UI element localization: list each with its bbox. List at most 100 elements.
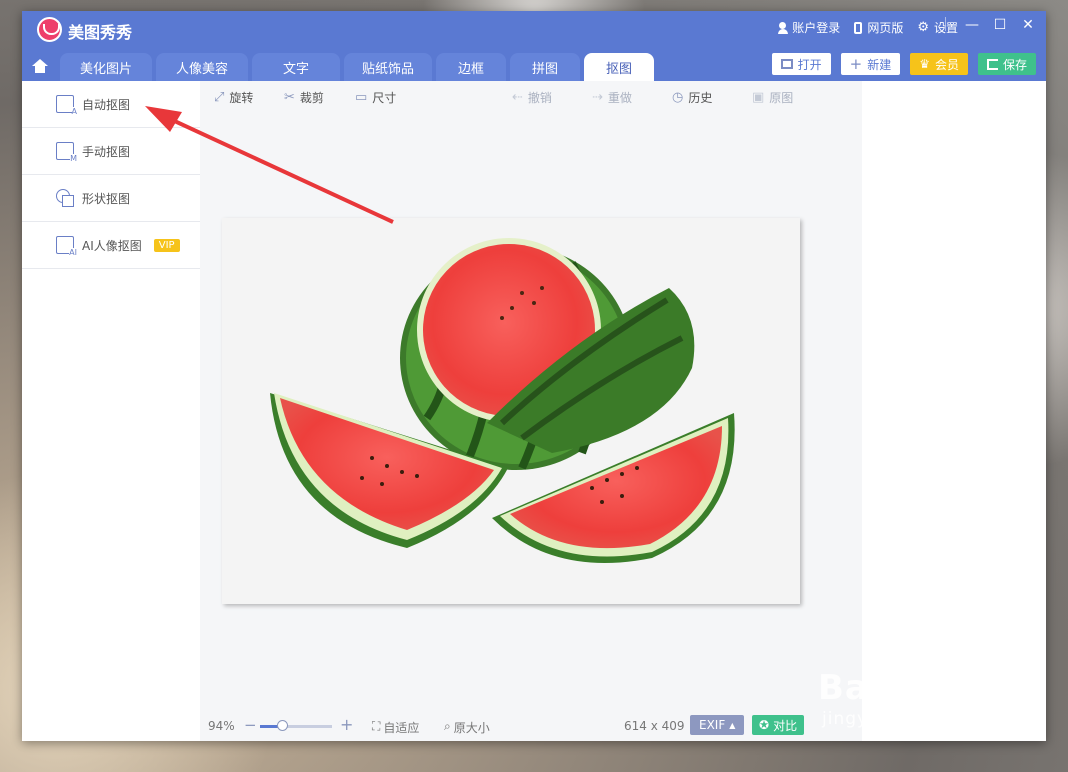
zoom-slider-handle[interactable] (276, 720, 288, 731)
minimize-icon[interactable]: — (964, 17, 980, 33)
tab-text[interactable]: 文字 (252, 53, 340, 81)
open-button[interactable]: 打开 (771, 53, 831, 75)
shape-cutout-icon (56, 189, 74, 207)
home-icon (31, 59, 48, 73)
history-button[interactable]: ◷ 历史 (672, 89, 712, 106)
history-label: 历史 (688, 91, 713, 105)
actual-size-button[interactable]: ⌕ 原大小 (444, 719, 490, 736)
size-label: 尺寸 (372, 91, 397, 105)
app-window: 美图秀秀 账户登录 网页版 ⚙ 设置 — ☐ ✕ 美化图片 (22, 11, 1046, 741)
top-links: 账户登录 网页版 ⚙ 设置 (778, 19, 958, 36)
scissors-icon: ✂ (284, 90, 295, 105)
zoom-out-icon[interactable]: − (244, 716, 257, 734)
sidebar-item-auto-cutout[interactable]: A 自动抠图 (22, 81, 200, 128)
vip-label: 会员 (934, 57, 959, 72)
compare-label: 对比 (773, 718, 798, 733)
undo-button[interactable]: ⇠ 撤销 (512, 89, 552, 106)
zoom-slider[interactable] (260, 720, 332, 731)
web-version-label: 网页版 (867, 21, 904, 35)
arrow-left-icon: ⇠ (512, 90, 523, 105)
fit-icon: ⛶ (372, 719, 381, 733)
tab-beautify[interactable]: 美化图片 (60, 53, 152, 81)
canvas-image-watermelon[interactable] (222, 218, 800, 604)
redo-label: 重做 (607, 91, 632, 105)
login-link[interactable]: 账户登录 (778, 19, 840, 36)
image-icon (780, 59, 793, 69)
sidebar-item-shape-cutout[interactable]: 形状抠图 (22, 175, 200, 222)
crop-button[interactable]: ✂ 裁剪 (284, 89, 324, 106)
web-version-link[interactable]: 网页版 (854, 19, 903, 36)
sparkle-icon: ✪ (759, 718, 770, 732)
window-controls: — ☐ ✕ (964, 17, 1036, 33)
undo-label: 撤销 (527, 91, 552, 105)
exif-button[interactable]: EXIF ▲ (690, 715, 745, 735)
toolbar-buttons: 打开 + 新建 ♛ 会员 保存 (771, 53, 1036, 75)
sidebar-item-label: AI人像抠图 (82, 238, 142, 253)
original-button[interactable]: ▣ 原图 (752, 89, 793, 106)
sidebar-item-label: 自动抠图 (82, 97, 131, 112)
ai-portrait-cutout-icon: AI (56, 236, 77, 257)
maximize-icon[interactable]: ☐ (992, 17, 1008, 33)
cutout-sidebar: A 自动抠图 M 手动抠图 形状抠图 AI AI人像抠图 VIP (22, 81, 200, 741)
editing-workspace: ⤢ 旋转 ✂ 裁剪 ▭ 尺寸 ⇠ 撤销 ⇢ 重做 ◷ 历史 ▣ 原图 94% −… (200, 81, 862, 741)
tab-collage[interactable]: 拼图 (510, 53, 580, 81)
gear-icon: ⚙ (917, 19, 929, 35)
zoom-percent: 94% (208, 719, 235, 733)
save-label: 保存 (1002, 57, 1027, 72)
actual-size-label: 原大小 (453, 721, 490, 735)
tab-stickers[interactable]: 贴纸饰品 (344, 53, 432, 81)
vip-badge: VIP (153, 238, 180, 252)
sidebar-item-label: 手动抠图 (82, 144, 131, 159)
login-label: 账户登录 (792, 21, 841, 35)
save-button[interactable]: 保存 (977, 53, 1036, 75)
redo-button[interactable]: ⇢ 重做 (592, 89, 632, 106)
sidebar-item-label: 形状抠图 (82, 191, 131, 206)
status-bar: 94% − + ⛶ 自适应 ⌕ 原大小 614 x 409 EXIF ▲ ✪ 对… (200, 711, 862, 741)
edit-toolbar: ⤢ 旋转 ✂ 裁剪 ▭ 尺寸 ⇠ 撤销 ⇢ 重做 ◷ 历史 ▣ 原图 (200, 81, 862, 111)
tab-frame[interactable]: 边框 (436, 53, 506, 81)
tab-portrait[interactable]: 人像美容 (156, 53, 248, 81)
zoom-in-icon[interactable]: + (340, 715, 353, 734)
resize-icon: ▭ (355, 90, 368, 105)
new-button[interactable]: + 新建 (840, 53, 901, 75)
clock-icon: ◷ (672, 90, 684, 105)
tab-cutout[interactable]: 抠图 (584, 53, 654, 81)
user-icon (778, 21, 789, 34)
crop-label: 裁剪 (299, 91, 324, 105)
close-icon[interactable]: ✕ (1020, 17, 1036, 33)
main-tabs: 美化图片 人像美容 文字 贴纸饰品 边框 拼图 抠图 (22, 53, 654, 81)
phone-icon (854, 21, 863, 34)
original-label: 原图 (769, 91, 794, 105)
baidu-watermark: Baidu经验 jingyan.baidu.com (818, 660, 1002, 729)
exif-label: EXIF (699, 718, 726, 732)
rotate-icon: ⤢ (214, 90, 225, 105)
rotate-label: 旋转 (229, 91, 254, 105)
vip-button[interactable]: ♛ 会员 (910, 53, 968, 75)
size-button[interactable]: ▭ 尺寸 (355, 89, 396, 106)
image-dimensions: 614 x 409 (624, 719, 685, 733)
picture-icon: ▣ (752, 90, 765, 105)
arrow-right-icon: ⇢ (592, 90, 603, 105)
compare-button[interactable]: ✪ 对比 (752, 715, 805, 735)
title-bar: 美图秀秀 账户登录 网页版 ⚙ 设置 — ☐ ✕ 美化图片 (22, 11, 1046, 81)
watermark-sub: jingyan.baidu.com (822, 709, 996, 729)
watermelon-picture (270, 238, 735, 563)
settings-link[interactable]: ⚙ 设置 (917, 19, 958, 36)
home-button[interactable] (22, 53, 56, 81)
sidebar-item-ai-portrait-cutout[interactable]: AI AI人像抠图 VIP (22, 222, 200, 269)
manual-cutout-icon: M (56, 142, 77, 163)
auto-cutout-icon: A (56, 95, 77, 116)
rotate-button[interactable]: ⤢ 旋转 (214, 89, 253, 106)
app-title: 美图秀秀 (68, 23, 133, 42)
caret-up-icon: ▲ (729, 720, 736, 730)
plus-icon: + (849, 55, 863, 73)
titlebar-divider (945, 17, 946, 31)
fit-button[interactable]: ⛶ 自适应 (372, 719, 419, 736)
export-icon (986, 58, 998, 70)
sidebar-item-manual-cutout[interactable]: M 手动抠图 (22, 128, 200, 175)
crown-icon: ♛ (919, 57, 930, 71)
magnifier-icon: ⌕ (444, 719, 451, 733)
new-label: 新建 (867, 57, 892, 72)
app-logo-icon (37, 17, 62, 42)
open-label: 打开 (797, 57, 822, 72)
